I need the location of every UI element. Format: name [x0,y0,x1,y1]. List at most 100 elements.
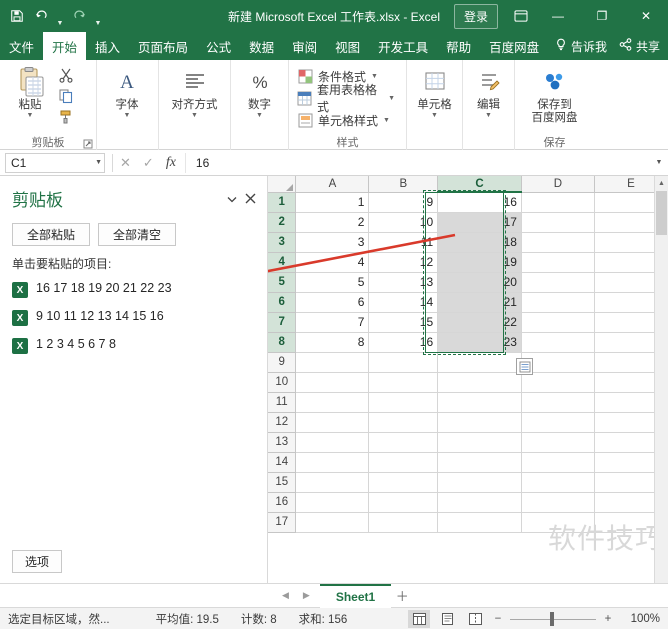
cell-d14[interactable] [521,452,594,472]
list-item[interactable]: X 9 10 11 12 13 14 15 16 [8,304,267,332]
font-dropdown-icon[interactable]: ▼ [124,112,131,119]
close-button[interactable]: ✕ [624,0,668,32]
cell-a6[interactable]: 6 [296,292,369,312]
scroll-up-icon[interactable]: ▲ [655,176,668,190]
row-header-13[interactable]: 13 [268,432,296,452]
cell-c6[interactable]: 21 [438,292,522,312]
ribbon-display-options-icon[interactable] [506,0,536,32]
chevron-down-icon[interactable]: ▼ [383,117,390,124]
cell-c11[interactable] [438,392,522,412]
row-header-15[interactable]: 15 [268,472,296,492]
scrollbar-thumb[interactable] [656,191,667,235]
cells-dropdown-icon[interactable]: ▼ [431,112,438,119]
cell-d17[interactable] [521,512,594,532]
minimize-button[interactable]: — [536,0,580,32]
cell-b13[interactable] [369,432,438,452]
row-header-2[interactable]: 2 [268,212,296,232]
cell-c9[interactable] [438,352,522,372]
cell-c1[interactable]: 16 [438,192,522,212]
cell-a5[interactable]: 5 [296,272,369,292]
cell-a7[interactable]: 7 [296,312,369,332]
number-button[interactable]: % 数字 ▼ [235,63,284,119]
alignment-dropdown-icon[interactable]: ▼ [191,112,198,119]
cell-b14[interactable] [369,452,438,472]
cell-d13[interactable] [521,432,594,452]
chevron-down-icon[interactable]: ▼ [388,95,395,102]
cell-b10[interactable] [369,372,438,392]
row-header-1[interactable]: 1 [268,192,296,212]
cell-c10[interactable] [438,372,522,392]
cell-b4[interactable]: 12 [369,252,438,272]
select-all-corner[interactable] [268,176,296,192]
row-header-7[interactable]: 7 [268,312,296,332]
cell-b17[interactable] [369,512,438,532]
cell-c5[interactable]: 20 [438,272,522,292]
cell-d16[interactable] [521,492,594,512]
row-header-11[interactable]: 11 [268,392,296,412]
close-icon[interactable] [241,190,259,208]
cell-c15[interactable] [438,472,522,492]
cell-b6[interactable]: 14 [369,292,438,312]
cell-a13[interactable] [296,432,369,452]
cell-b1[interactable]: 9 [369,192,438,212]
undo-icon[interactable] [30,5,52,27]
paste-dropdown-icon[interactable]: ▼ [27,112,34,119]
cell-d10[interactable] [521,372,594,392]
row-header-6[interactable]: 6 [268,292,296,312]
cell-b16[interactable] [369,492,438,512]
tab-home[interactable]: 开始 [43,32,86,60]
alignment-button[interactable]: 对齐方式 ▼ [163,63,226,119]
cell-a9[interactable] [296,352,369,372]
cell-b2[interactable]: 10 [369,212,438,232]
zoom-in-button[interactable]: + [602,613,614,625]
row-header-12[interactable]: 12 [268,412,296,432]
cell-a15[interactable] [296,472,369,492]
zoom-slider[interactable] [510,610,596,628]
formula-input[interactable]: 16 [185,153,650,173]
chevron-down-icon[interactable]: ▼ [371,73,378,80]
list-item[interactable]: X 1 2 3 4 5 6 7 8 [8,332,267,360]
column-header-c[interactable]: C [438,176,522,192]
paste-button[interactable]: 粘贴 ▼ [4,63,56,119]
cell-b15[interactable] [369,472,438,492]
column-header-d[interactable]: D [521,176,594,192]
row-header-17[interactable]: 17 [268,512,296,532]
cell-b12[interactable] [369,412,438,432]
scissors-icon[interactable] [56,65,76,85]
paste-options-icon[interactable] [516,358,533,375]
cell-a3[interactable]: 3 [296,232,369,252]
cell-c4[interactable]: 19 [438,252,522,272]
row-header-5[interactable]: 5 [268,272,296,292]
undo-dropdown-icon[interactable]: ▼ [54,5,66,27]
row-header-16[interactable]: 16 [268,492,296,512]
cell-c16[interactable] [438,492,522,512]
cell-d3[interactable] [521,232,594,252]
cell-d15[interactable] [521,472,594,492]
cell-d8[interactable] [521,332,594,352]
share-button[interactable]: 共享 [619,38,664,55]
page-break-view-icon[interactable] [464,610,486,628]
cell-b9[interactable] [369,352,438,372]
page-layout-view-icon[interactable] [436,610,458,628]
cell-c13[interactable] [438,432,522,452]
column-header-a[interactable]: A [296,176,369,192]
format-as-table-button[interactable]: 套用表格格式 ▼ [293,87,402,109]
zoom-level-label[interactable]: 100% [620,613,660,625]
tab-developer[interactable]: 开发工具 [369,32,437,60]
format-painter-icon[interactable] [56,107,76,127]
tab-page-layout[interactable]: 页面布局 [129,32,197,60]
row-header-9[interactable]: 9 [268,352,296,372]
tab-file[interactable]: 文件 [0,32,43,60]
tab-insert[interactable]: 插入 [86,32,129,60]
zoom-out-button[interactable]: − [492,613,504,625]
worksheet-grid[interactable]: A B C D E 1 1 9 16 2 2 10 [268,176,668,583]
plus-icon[interactable]: ＋ [391,584,413,608]
cell-b8[interactable]: 16 [369,332,438,352]
cell-a14[interactable] [296,452,369,472]
cell-d5[interactable] [521,272,594,292]
tab-data[interactable]: 数据 [240,32,283,60]
cell-c8[interactable]: 23 [438,332,522,352]
customize-qat-icon[interactable]: ▼ [92,5,104,27]
editing-dropdown-icon[interactable]: ▼ [485,112,492,119]
pane-menu-icon[interactable] [223,190,241,208]
